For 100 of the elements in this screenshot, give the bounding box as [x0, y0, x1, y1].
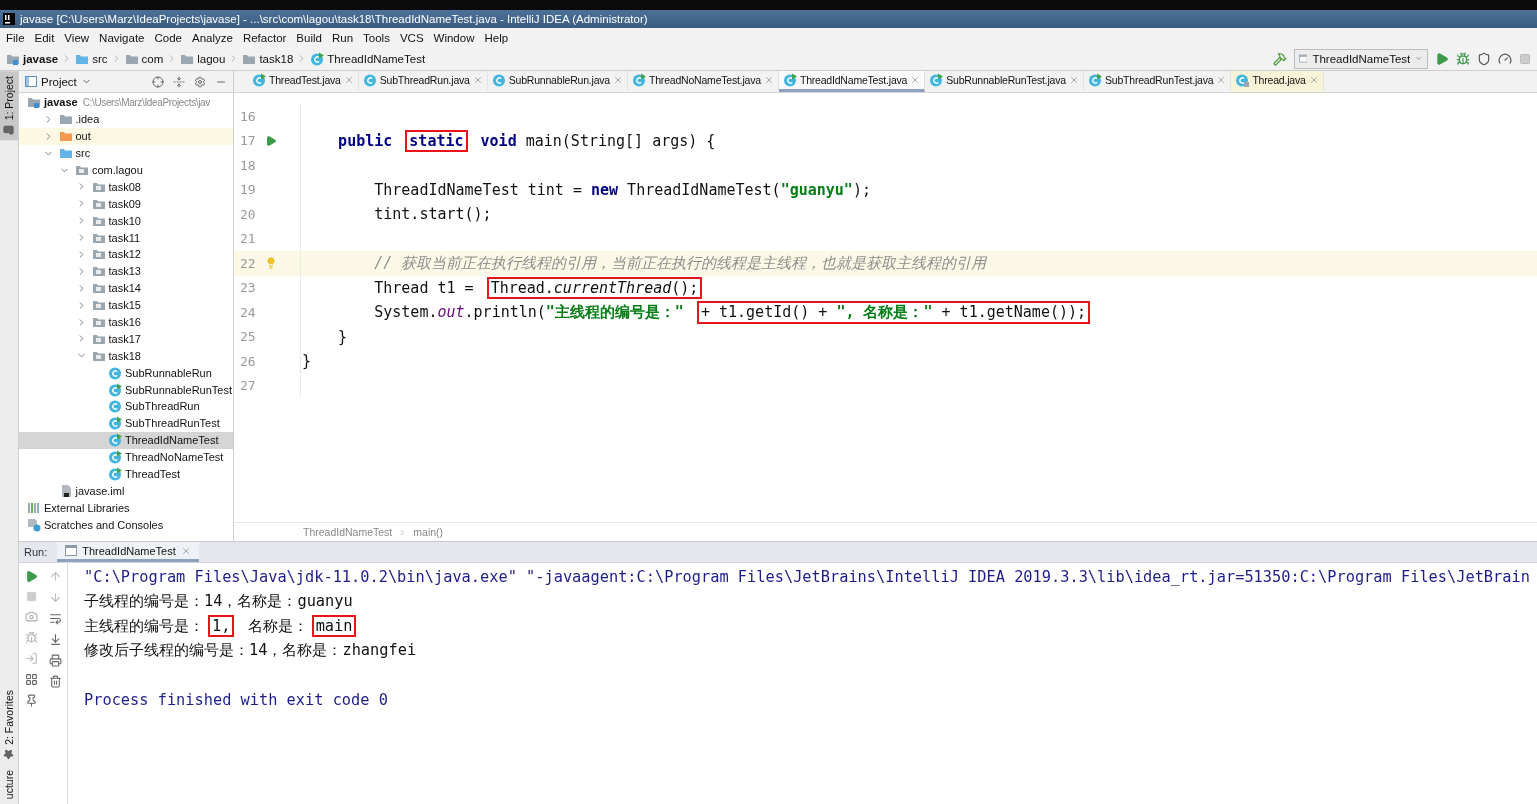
tree-item[interactable]: com.lagou	[19, 161, 233, 179]
close-icon[interactable]	[910, 75, 921, 85]
breadcrumb-item[interactable]: lagou	[180, 51, 226, 66]
arrow-down-icon[interactable]	[48, 591, 62, 604]
breadcrumb-item[interactable]: ThreadIdNameTest	[303, 526, 393, 538]
run-tab[interactable]: ThreadIdNameTest	[57, 542, 199, 562]
close-icon[interactable]	[343, 75, 354, 85]
tree-item[interactable]: task11	[19, 229, 233, 246]
stop-icon[interactable]	[1519, 52, 1531, 65]
class-icon	[1087, 73, 1102, 87]
class-icon	[491, 73, 506, 87]
build-icon[interactable]	[1273, 51, 1287, 66]
menu-item[interactable]: Edit	[29, 31, 60, 44]
debug-icon[interactable]	[1456, 51, 1470, 66]
tree-item[interactable]: SubThreadRunTest	[19, 414, 233, 432]
tree-item[interactable]: Scratches and Consoles	[19, 516, 233, 534]
tree-item[interactable]: SubRunnableRun	[19, 364, 233, 382]
layout-icon[interactable]	[24, 673, 38, 686]
settings-icon[interactable]	[194, 75, 206, 88]
code-text: tint.start();	[373, 204, 493, 226]
close-icon[interactable]	[613, 75, 623, 85]
lightbulb-icon[interactable]	[264, 257, 277, 270]
tree-item[interactable]: .idea	[19, 110, 233, 128]
breadcrumb-item[interactable]: javase	[6, 51, 59, 66]
menu-item[interactable]: Window	[428, 31, 480, 44]
tool-window-tab[interactable]: ucture	[0, 764, 18, 804]
tool-window-tab[interactable]: 1: Project	[0, 71, 18, 141]
tree-item[interactable]: SubRunnableRunTest	[19, 381, 233, 399]
editor-tab[interactable]: SubRunnableRunTest.java	[925, 71, 1084, 92]
window-title: javase [C:\Users\Marz\IdeaProjects\javase] - ...\src\com\lagou\task18\ThreadIdNameTest.java - IntelliJ IDEA (Administrator)	[20, 13, 648, 25]
tool-window-tab[interactable]: 2: Favorites	[0, 684, 18, 765]
collapse-icon[interactable]	[173, 75, 185, 88]
close-icon[interactable]	[1308, 75, 1319, 85]
tree-item[interactable]: task09	[19, 195, 233, 213]
tree-item[interactable]: task14	[19, 279, 233, 297]
menu-item[interactable]: Code	[149, 31, 187, 44]
run-configuration-dropdown[interactable]: ThreadIdNameTest	[1294, 48, 1428, 69]
menu-item[interactable]: Refactor	[237, 31, 292, 44]
folder-icon	[91, 264, 106, 279]
close-icon[interactable]	[1068, 75, 1079, 85]
tree-item[interactable]: src	[19, 144, 233, 162]
run-icon[interactable]	[1435, 51, 1449, 66]
scroll-to-end-icon[interactable]	[48, 633, 62, 646]
tree-item[interactable]: ThreadIdNameTest	[19, 431, 233, 449]
editor-tab[interactable]: ThreadTest.java	[248, 71, 359, 92]
tree-item[interactable]: javase C:\Users\Marz\IdeaProjects\jav	[19, 94, 233, 111]
run-icon[interactable]	[264, 134, 277, 147]
login-icon[interactable]	[24, 652, 38, 665]
breadcrumb-item[interactable]: src	[75, 51, 108, 66]
close-icon[interactable]	[1216, 75, 1227, 85]
rerun-icon[interactable]	[24, 570, 38, 583]
menu-item[interactable]: File	[1, 31, 30, 44]
tree-item[interactable]: task13	[19, 262, 233, 280]
tree-item[interactable]: External Libraries	[19, 499, 233, 517]
tree-item[interactable]: task15	[19, 296, 233, 314]
breadcrumb-item[interactable]: ThreadIdNameTest	[310, 51, 426, 66]
close-icon[interactable]	[763, 75, 774, 85]
editor-tab[interactable]: SubRunnableRun.java	[487, 71, 628, 92]
menu-item[interactable]: Help	[479, 31, 514, 44]
stop-icon[interactable]	[25, 591, 37, 602]
locate-icon[interactable]	[152, 75, 164, 88]
close-icon[interactable]	[472, 75, 483, 85]
wrap-icon[interactable]	[48, 612, 62, 625]
menu-item[interactable]: Tools	[358, 31, 395, 44]
bug-icon[interactable]	[24, 631, 38, 644]
camera-icon[interactable]	[24, 610, 38, 623]
menu-item[interactable]: VCS	[394, 31, 429, 44]
tree-item[interactable]: ThreadTest	[19, 465, 233, 483]
editor-tab[interactable]: ThreadNoNameTest.java	[628, 71, 779, 92]
breadcrumb-item[interactable]: com	[124, 51, 164, 66]
menu-item[interactable]: View	[59, 31, 95, 44]
editor-tab[interactable]: ThreadIdNameTest.java	[778, 71, 926, 92]
menu-item[interactable]: Analyze	[186, 31, 238, 44]
tree-item[interactable]: task08	[19, 178, 233, 196]
menu-item[interactable]: Build	[291, 31, 327, 44]
shield-icon[interactable]	[1477, 51, 1491, 66]
tree-item[interactable]: SubThreadRun	[19, 398, 233, 415]
project-view-dropdown[interactable]: Project	[25, 75, 92, 88]
printer-icon[interactable]	[48, 654, 62, 667]
pin-icon[interactable]	[24, 694, 38, 707]
menu-item[interactable]: Navigate	[94, 31, 150, 44]
tree-item[interactable]: task17	[19, 330, 233, 348]
breadcrumb-item[interactable]: task18	[242, 51, 294, 66]
gauge-icon[interactable]	[1498, 51, 1512, 66]
close-icon[interactable]	[180, 545, 191, 556]
tree-item[interactable]: out	[19, 127, 233, 145]
tree-item[interactable]: task18	[19, 347, 233, 365]
tree-item[interactable]: task10	[19, 212, 233, 230]
tree-item[interactable]: task16	[19, 313, 233, 331]
trash-icon[interactable]	[48, 675, 62, 688]
tree-item[interactable]: javase.iml	[19, 482, 233, 500]
tree-item[interactable]: ThreadNoNameTest	[19, 448, 233, 466]
arrow-up-icon[interactable]	[48, 570, 62, 583]
tree-item[interactable]: task12	[19, 246, 233, 263]
code-text: // 获取当前正在执行线程的引用，当前正在执行的线程是主线程，也就是获取主线程的引用	[373, 252, 988, 274]
editor-tab[interactable]: SubThreadRun.java	[358, 71, 488, 92]
menu-item[interactable]: Run	[326, 31, 359, 44]
breadcrumb-item[interactable]: main()	[413, 526, 444, 538]
editor-tab[interactable]: Thread.java	[1231, 71, 1324, 92]
code-text: }	[301, 351, 313, 373]
